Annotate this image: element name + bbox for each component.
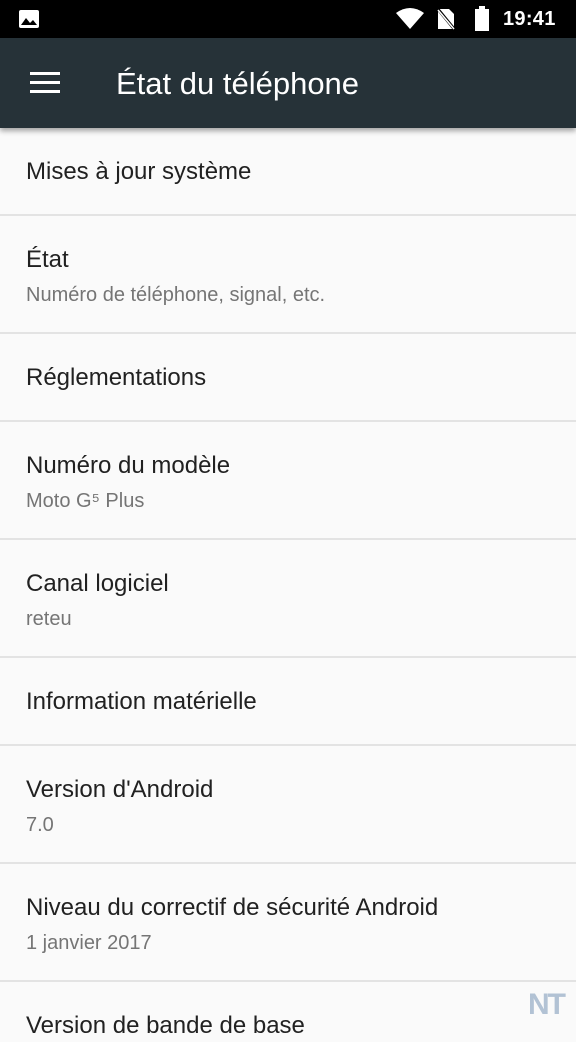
list-item-system-updates[interactable]: Mises à jour système	[0, 128, 576, 216]
list-item-title: Canal logiciel	[26, 570, 169, 597]
list-item-subtitle: Moto G⁵ Plus	[26, 490, 145, 512]
hamburger-menu-icon[interactable]	[22, 65, 66, 101]
list-item-title: Niveau du correctif de sécurité Android	[26, 894, 439, 921]
list-item-title: État	[26, 246, 69, 273]
list-item-model-number[interactable]: Numéro du modèle Moto G⁵ Plus	[0, 422, 576, 540]
list-item-title: Version de bande de base	[26, 1012, 305, 1039]
list-item-title: Version d'Android	[26, 776, 214, 803]
list-item-title: Numéro du modèle	[26, 452, 231, 479]
watermark-logo: NT	[528, 988, 566, 1021]
no-sim-icon	[436, 7, 456, 31]
page-title: État du téléphone	[116, 66, 360, 101]
list-item-status[interactable]: État Numéro de téléphone, signal, etc.	[0, 216, 576, 334]
clock: 19:41	[503, 8, 556, 30]
list-item-regulatory[interactable]: Réglementations	[0, 334, 576, 422]
status-bar: 19:41	[0, 0, 576, 38]
list-item-title: Réglementations	[26, 364, 207, 391]
list-item-subtitle: Numéro de téléphone, signal, etc.	[26, 284, 326, 306]
list-item-subtitle: 1 janvier 2017	[26, 932, 152, 954]
list-item-android-version[interactable]: Version d'Android 7.0	[0, 746, 576, 864]
app-toolbar: État du téléphone	[0, 38, 576, 128]
list-item-title: Information matérielle	[26, 688, 257, 715]
settings-list: Mises à jour système État Numéro de télé…	[0, 128, 576, 1042]
list-item-hardware-info[interactable]: Information matérielle	[0, 658, 576, 746]
list-item-title: Mises à jour système	[26, 158, 252, 185]
list-item-security-patch[interactable]: Niveau du correctif de sécurité Android …	[0, 864, 576, 982]
list-item-baseband-version[interactable]: Version de bande de base	[0, 982, 576, 1042]
image-icon	[19, 10, 39, 28]
list-item-subtitle: reteu	[26, 608, 72, 630]
battery-icon	[475, 6, 489, 31]
list-item-software-channel[interactable]: Canal logiciel reteu	[0, 540, 576, 658]
wifi-icon	[396, 8, 424, 29]
list-item-subtitle: 7.0	[26, 814, 54, 836]
